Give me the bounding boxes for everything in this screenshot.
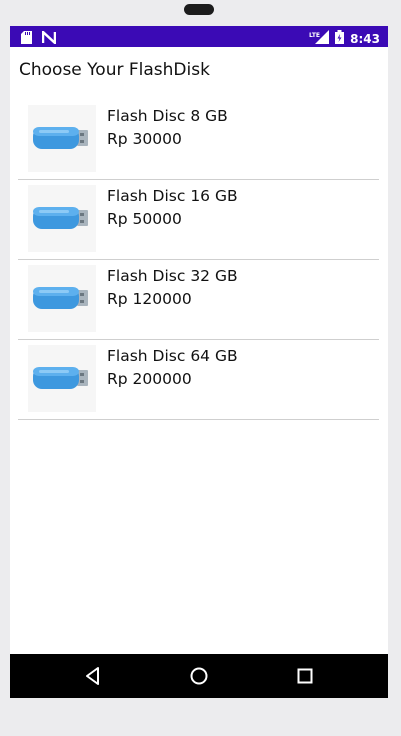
battery-icon xyxy=(335,29,345,48)
list-item[interactable]: Flash Disc 32 GB Rp 120000 xyxy=(18,260,379,340)
product-price: Rp 200000 xyxy=(107,370,192,388)
lte-signal-icon: LTE xyxy=(309,29,330,48)
sd-card-icon xyxy=(21,29,32,48)
recents-icon[interactable] xyxy=(294,665,316,687)
product-price: Rp 30000 xyxy=(107,130,182,148)
usb-flash-drive-icon xyxy=(33,207,88,229)
list-item[interactable]: Flash Disc 64 GB Rp 200000 xyxy=(18,340,379,420)
product-price: Rp 120000 xyxy=(107,290,192,308)
n-icon xyxy=(41,29,57,48)
usb-flash-drive-icon xyxy=(33,127,88,149)
app-screen: LTE 8:43 Choose Your FlashDisk Flash Dis… xyxy=(10,26,388,698)
page-title: Choose Your FlashDisk xyxy=(19,60,210,80)
device-frame: LTE 8:43 Choose Your FlashDisk Flash Dis… xyxy=(0,0,401,736)
product-price: Rp 50000 xyxy=(107,210,182,228)
product-name: Flash Disc 32 GB xyxy=(107,267,238,285)
usb-flash-drive-icon xyxy=(33,367,88,389)
product-name: Flash Disc 64 GB xyxy=(107,347,238,365)
product-thumbnail xyxy=(28,265,96,332)
usb-flash-drive-icon xyxy=(33,287,88,309)
back-icon[interactable] xyxy=(82,665,104,687)
home-icon[interactable] xyxy=(188,665,210,687)
navigation-bar xyxy=(10,654,388,698)
list-item[interactable]: Flash Disc 8 GB Rp 30000 xyxy=(18,100,379,180)
product-name: Flash Disc 16 GB xyxy=(107,187,238,205)
product-thumbnail xyxy=(28,185,96,252)
product-list: Flash Disc 8 GB Rp 30000 Flash Disc 16 G… xyxy=(18,100,379,420)
status-time: 8:43 xyxy=(350,31,380,46)
device-speaker xyxy=(184,4,214,15)
list-item[interactable]: Flash Disc 16 GB Rp 50000 xyxy=(18,180,379,260)
product-thumbnail xyxy=(28,345,96,412)
status-bar: LTE 8:43 xyxy=(10,26,388,47)
product-thumbnail xyxy=(28,105,96,172)
product-name: Flash Disc 8 GB xyxy=(107,107,228,125)
lte-label: LTE xyxy=(309,32,320,39)
